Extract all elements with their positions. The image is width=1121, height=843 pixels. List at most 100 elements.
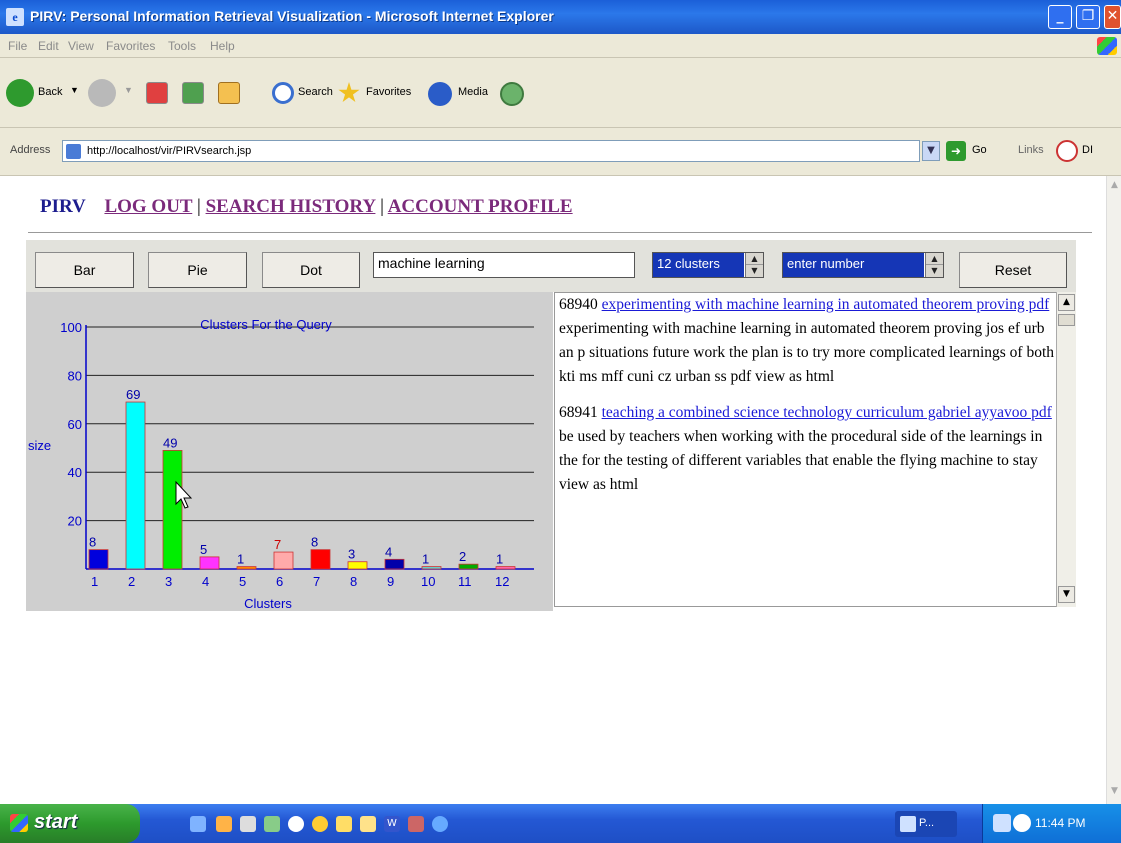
menu-tools[interactable]: Tools <box>168 39 196 53</box>
folder-icon[interactable] <box>336 816 352 832</box>
x-tick-label: 10 <box>421 574 435 589</box>
tool-icon[interactable] <box>264 816 280 832</box>
back-arrow-icon[interactable] <box>6 79 34 107</box>
disc-icon[interactable] <box>288 816 304 832</box>
x-tick-label: 3 <box>165 574 172 589</box>
number-spinner-value[interactable]: enter number <box>783 253 924 277</box>
ie-quicklaunch-icon[interactable] <box>190 816 206 832</box>
bar-value-label: 69 <box>126 387 140 402</box>
taskbar-item-ie[interactable]: P... <box>895 811 957 837</box>
forward-arrow-icon[interactable] <box>88 79 116 107</box>
search-button-label[interactable]: Search <box>298 86 333 108</box>
x-tick-label: 8 <box>350 574 357 589</box>
pen-icon[interactable] <box>240 816 256 832</box>
result-link[interactable]: experimenting with machine learning in a… <box>602 296 1050 313</box>
cluster-count-value[interactable]: 12 clusters <box>653 253 744 277</box>
search-history-link[interactable]: SEARCH HISTORY <box>206 196 376 217</box>
favorites-button-label[interactable]: Favorites <box>366 86 411 108</box>
toolbar: Back ▼ ▼ Search Favorites Media <box>0 58 1121 128</box>
forward-dropdown-icon[interactable]: ▼ <box>124 85 133 107</box>
bar-value-label: 7 <box>274 537 281 552</box>
results-panel: 68940 experimenting with machine learnin… <box>554 292 1076 607</box>
pie-chart-button[interactable]: Pie <box>148 252 247 288</box>
y-tick-label: 40 <box>68 465 82 480</box>
x-tick-label: 11 <box>458 574 472 589</box>
menu-file[interactable]: File <box>8 39 27 53</box>
logout-link[interactable]: LOG OUT <box>104 196 192 217</box>
page-icon <box>66 144 81 159</box>
address-url[interactable]: http://localhost/vir/PIRVsearch.jsp <box>87 145 251 157</box>
menu-favorites[interactable]: Favorites <box>106 39 155 53</box>
result-id: 68941 <box>559 404 598 421</box>
bar-value-label: 5 <box>200 542 207 557</box>
bar-value-label: 4 <box>385 544 392 559</box>
start-button[interactable]: start <box>0 804 140 843</box>
bar-chart-button[interactable]: Bar <box>35 252 134 288</box>
nav-separator: | <box>380 196 384 217</box>
scroll-thumb[interactable] <box>1058 314 1075 326</box>
spinner-arrows-icon[interactable]: ▲ ▼ <box>925 253 943 277</box>
address-label: Address <box>10 144 51 156</box>
back-dropdown-icon[interactable]: ▼ <box>70 85 79 107</box>
result-link[interactable]: teaching a combined science technology c… <box>602 404 1052 421</box>
maximize-button[interactable]: ❐ <box>1076 5 1100 29</box>
go-button-label[interactable]: Go <box>972 144 987 156</box>
links-item[interactable]: DI <box>1082 144 1093 156</box>
result-snippet: be used by teachers when working with th… <box>559 428 1043 493</box>
query-input[interactable]: machine learning <box>373 252 635 278</box>
ie-icon: e <box>6 8 24 26</box>
window-title: PIRV: Personal Information Retrieval Vis… <box>30 8 554 24</box>
y-tick-label: 20 <box>68 514 82 529</box>
address-input[interactable]: http://localhost/vir/PIRVsearch.jsp <box>62 140 920 162</box>
results-scrollbar[interactable]: ▲ ▼ <box>1056 292 1076 607</box>
account-profile-link[interactable]: ACCOUNT PROFILE <box>388 196 573 217</box>
spinner-arrows-icon[interactable]: ▲ ▼ <box>745 253 763 277</box>
bar-value-label: 1 <box>237 552 244 567</box>
menu-help[interactable]: Help <box>210 39 235 53</box>
links-label[interactable]: Links <box>1018 144 1044 156</box>
clock: 11:44 PM <box>1035 816 1086 830</box>
person-icon[interactable] <box>216 816 232 832</box>
home-icon[interactable] <box>218 82 240 104</box>
app-icon[interactable] <box>408 816 424 832</box>
scroll-down-icon[interactable]: ▼ <box>1058 586 1075 603</box>
number-spinner[interactable]: enter number ▲ ▼ <box>782 252 944 278</box>
minimize-button[interactable]: _ <box>1048 5 1072 29</box>
y-tick-label: 100 <box>60 320 82 335</box>
menu-view[interactable]: View <box>68 39 94 53</box>
media-player-icon[interactable] <box>312 816 328 832</box>
back-button-label[interactable]: Back <box>38 86 62 108</box>
tray-arrow-icon[interactable] <box>993 814 1011 832</box>
taskbar: start W P... 11:44 PM <box>0 804 1121 843</box>
address-bar: Address http://localhost/vir/PIRVsearch.… <box>0 128 1121 176</box>
cluster-count-spinner[interactable]: 12 clusters ▲ ▼ <box>652 252 764 278</box>
history-icon[interactable] <box>500 82 524 106</box>
result-item: 68941 teaching a combined science techno… <box>559 401 1055 497</box>
word-icon[interactable]: W <box>384 816 400 832</box>
nav-bar: PIRV LOG OUT | SEARCH HISTORY | ACCOUNT … <box>40 196 573 218</box>
scroll-up-icon[interactable]: ▲ <box>1058 294 1075 311</box>
reset-button[interactable]: Reset <box>959 252 1067 288</box>
search-icon[interactable] <box>272 82 294 104</box>
media-button-label[interactable]: Media <box>458 86 488 108</box>
stop-icon[interactable] <box>146 82 168 104</box>
go-arrow-icon[interactable]: ➜ <box>946 141 966 161</box>
favorites-star-icon[interactable] <box>338 82 360 103</box>
media-icon[interactable] <box>428 82 452 106</box>
scroll-up-icon[interactable]: ▲ <box>1107 178 1121 193</box>
page-scrollbar[interactable]: ▲ ▼ <box>1106 176 1121 804</box>
scroll-down-icon[interactable]: ▼ <box>1107 784 1121 799</box>
menu-edit[interactable]: Edit <box>38 39 59 53</box>
refresh-icon[interactable] <box>182 82 204 104</box>
close-button[interactable]: ✕ <box>1104 5 1121 29</box>
volume-icon[interactable] <box>1013 814 1031 832</box>
globe-icon[interactable] <box>432 816 448 832</box>
chart-bar <box>88 549 109 570</box>
menu-bar: File Edit View Favorites Tools Help <box>0 34 1121 58</box>
dot-chart-button[interactable]: Dot <box>262 252 360 288</box>
msn-icon[interactable] <box>1056 140 1078 162</box>
x-tick-label: 12 <box>495 574 509 589</box>
address-dropdown-icon[interactable]: ▼ <box>922 141 940 161</box>
network-icon[interactable] <box>360 816 376 832</box>
result-id: 68940 <box>559 296 598 313</box>
